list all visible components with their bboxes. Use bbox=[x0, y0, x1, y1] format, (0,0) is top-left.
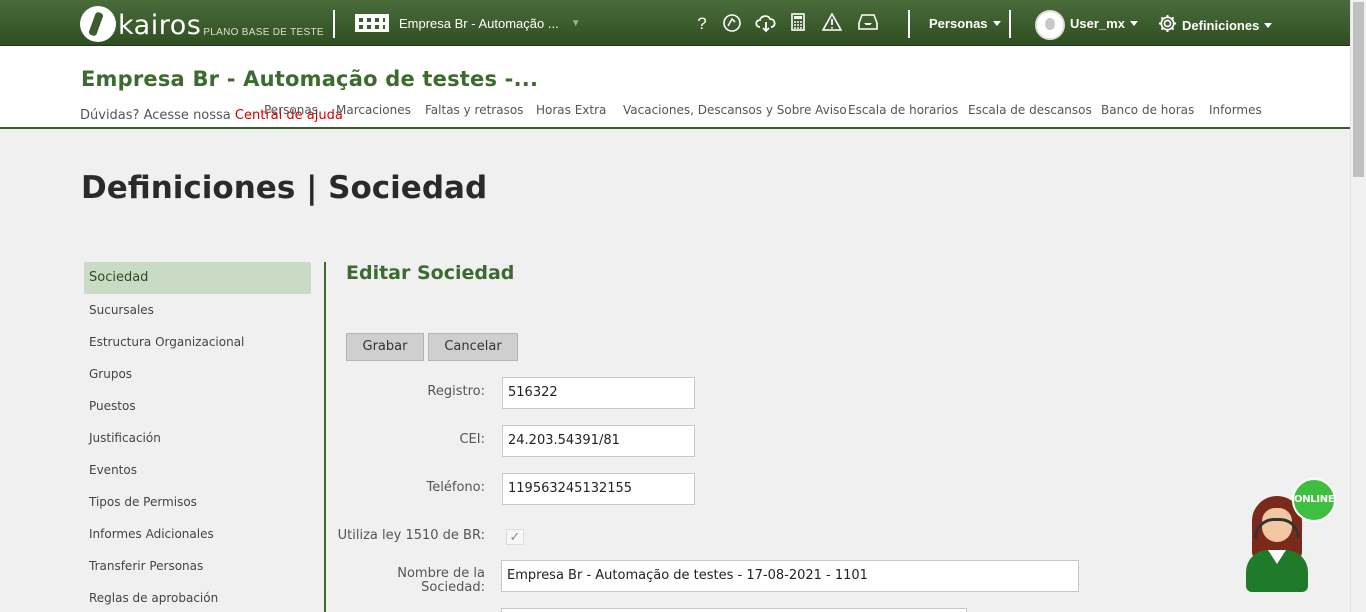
support-icon[interactable] bbox=[721, 13, 743, 35]
calculator-icon[interactable] bbox=[787, 13, 809, 35]
logo-word: kairos bbox=[118, 10, 202, 41]
nav-item-escala-descansos[interactable]: Escala de descansos bbox=[968, 103, 1092, 117]
sidebar-item-justificacion[interactable]: Justificación bbox=[84, 422, 311, 454]
sidebar-item-sucursales[interactable]: Sucursales bbox=[84, 294, 311, 326]
user-menu[interactable]: User_mx bbox=[1070, 16, 1138, 31]
sidebar-item-sociedad[interactable]: Sociedad bbox=[84, 262, 311, 294]
sidebar-item-grupos[interactable]: Grupos bbox=[84, 358, 311, 390]
nombre-label-line2: Sociedad: bbox=[421, 580, 485, 595]
settings-sidebar: Sociedad Sucursales Estructura Organizac… bbox=[84, 262, 311, 612]
chevron-down-icon: ▼ bbox=[570, 17, 581, 29]
cei-label: CEI: bbox=[459, 432, 485, 447]
nav-item-personas[interactable]: Personas bbox=[264, 103, 318, 117]
telefono-label: Teléfono: bbox=[426, 480, 485, 495]
nav-item-vacaciones[interactable]: Vacaciones, Descansos y Sobre Aviso bbox=[623, 103, 847, 117]
separator bbox=[333, 10, 335, 38]
ley-1510-label: Utiliza ley 1510 de BR: bbox=[337, 528, 485, 543]
page-title: Definiciones | Sociedad bbox=[81, 170, 488, 206]
content-divider bbox=[324, 262, 326, 612]
kairos-logo[interactable]: kairos PLANO BASE DE TESTE bbox=[80, 4, 324, 42]
nombre-sociedad-input[interactable]: Empresa Br - Automação de testes - 17-08… bbox=[501, 560, 1079, 592]
settings-menu-label: Definiciones bbox=[1182, 17, 1260, 33]
registro-label: Registro: bbox=[427, 384, 485, 399]
sidebar-item-puestos[interactable]: Puestos bbox=[84, 390, 311, 422]
user-menu-label: User_mx bbox=[1070, 16, 1125, 31]
nombre-label-line1: Nombre de la bbox=[397, 566, 485, 581]
building-icon bbox=[355, 14, 389, 32]
vertical-scrollbar[interactable] bbox=[1350, 0, 1366, 612]
ley-1510-checkbox[interactable]: ✓ bbox=[506, 529, 524, 545]
kairos-logo-icon bbox=[80, 6, 116, 42]
nav-item-banco-horas[interactable]: Banco de horas bbox=[1101, 103, 1194, 117]
plan-label: PLANO BASE DE TESTE bbox=[203, 27, 324, 38]
help-prefix: Dúvidas? Acesse nossa bbox=[80, 108, 235, 123]
nav-item-faltas[interactable]: Faltas y retrasos bbox=[425, 103, 523, 117]
settings-menu[interactable]: Definiciones bbox=[1158, 14, 1273, 36]
caret-down-icon bbox=[1129, 21, 1138, 26]
sidebar-item-estructura[interactable]: Estructura Organizacional bbox=[84, 326, 311, 358]
separator bbox=[1009, 10, 1011, 38]
cancel-button[interactable]: Cancelar bbox=[428, 333, 518, 361]
sidebar-item-informes-adicionales[interactable]: Informes Adicionales bbox=[84, 518, 311, 550]
company-selector[interactable]: Empresa Br - Automação ... ▼ bbox=[355, 14, 581, 32]
company-header: Empresa Br - Automação de testes -... Dú… bbox=[0, 46, 1350, 129]
caret-down-icon bbox=[992, 21, 1001, 26]
online-status-badge[interactable]: ONLINE bbox=[1292, 478, 1336, 522]
sidebar-item-tipos-permisos[interactable]: Tipos de Permisos bbox=[84, 486, 311, 518]
registro-input[interactable]: 516322 bbox=[502, 377, 695, 409]
caret-down-icon bbox=[1264, 22, 1273, 28]
sidebar-item-eventos[interactable]: Eventos bbox=[84, 454, 311, 486]
personas-menu[interactable]: Personas bbox=[929, 16, 1001, 31]
sidebar-item-reglas[interactable]: Reglas de aprobación bbox=[84, 582, 311, 612]
avatar[interactable] bbox=[1035, 10, 1065, 40]
top-bar: kairos PLANO BASE DE TESTE Empresa Br - … bbox=[0, 0, 1350, 46]
telefono-input[interactable]: 119563245132155 bbox=[502, 473, 695, 505]
personas-menu-label: Personas bbox=[929, 16, 988, 31]
nav-item-horas-extra[interactable]: Horas Extra bbox=[536, 103, 606, 117]
help-icon[interactable]: ? bbox=[691, 13, 713, 35]
company-title: Empresa Br - Automação de testes -... bbox=[81, 67, 539, 91]
cloud-download-icon[interactable] bbox=[754, 13, 778, 35]
inbox-icon[interactable] bbox=[857, 13, 879, 35]
nav-item-marcaciones[interactable]: Marcaciones bbox=[336, 103, 411, 117]
scrollbar-thumb[interactable] bbox=[1353, 2, 1364, 177]
nav-item-escala-horarios[interactable]: Escala de horarios bbox=[848, 103, 958, 117]
separator bbox=[908, 10, 910, 38]
sidebar-item-transferir[interactable]: Transferir Personas bbox=[84, 550, 311, 582]
save-button[interactable]: Grabar bbox=[346, 333, 424, 361]
nav-item-informes[interactable]: Informes bbox=[1209, 103, 1262, 117]
nombre-sociedad-label: Nombre de la Sociedad: bbox=[397, 567, 485, 595]
section-title: Editar Sociedad bbox=[346, 262, 515, 284]
next-field-partial[interactable] bbox=[501, 608, 967, 612]
warning-icon[interactable] bbox=[821, 12, 843, 35]
gear-icon bbox=[1158, 14, 1177, 36]
cei-input[interactable]: 24.203.54391/81 bbox=[502, 425, 695, 457]
company-selector-label: Empresa Br - Automação ... bbox=[399, 15, 559, 31]
